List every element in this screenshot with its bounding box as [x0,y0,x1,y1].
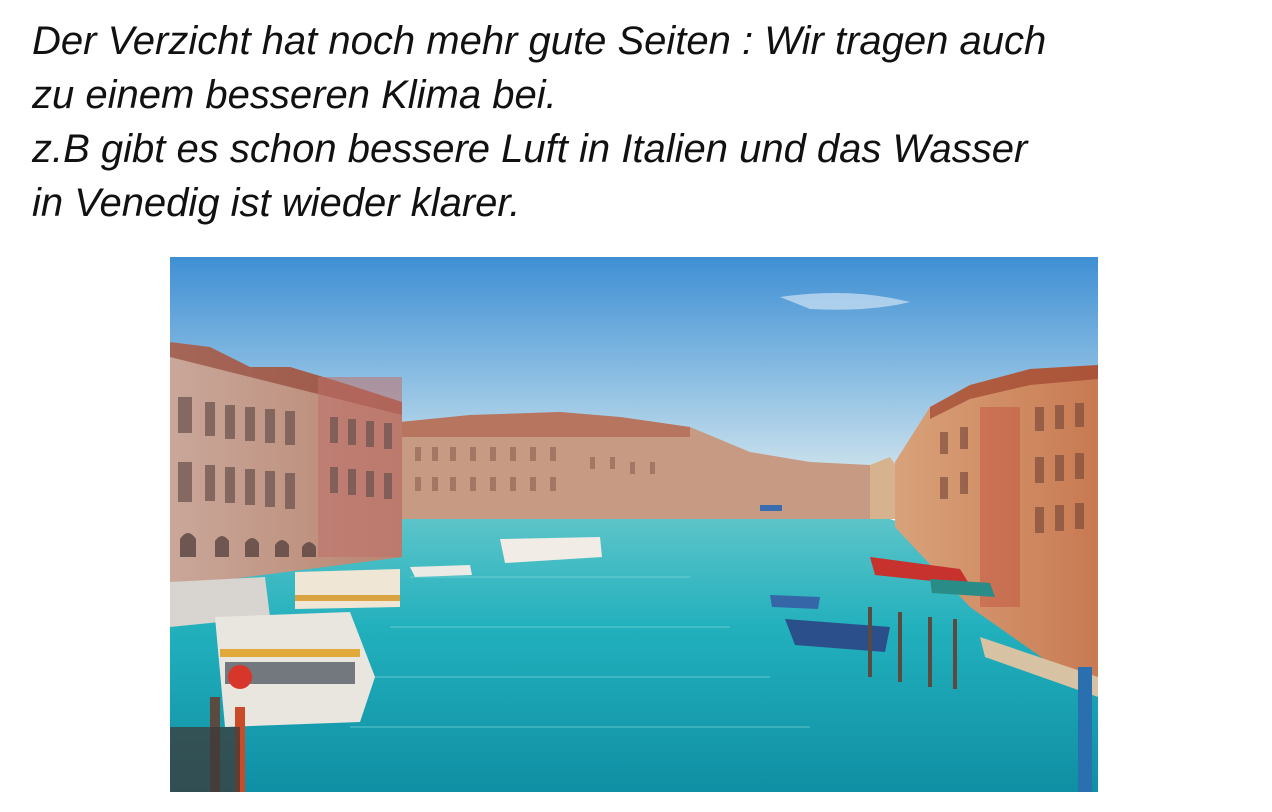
text-line-2: zu einem besseren Klima bei. [32,73,557,117]
text-line-1: Der Verzicht hat noch mehr gute Seiten :… [32,19,1047,63]
body-text: Der Verzicht hat noch mehr gute Seiten :… [32,14,1232,230]
text-line-4: in Venedig ist wieder klarer. [32,181,521,225]
document-page: Der Verzicht hat noch mehr gute Seiten :… [0,0,1272,812]
venice-canal-photo [170,257,1098,792]
text-line-3: z.B gibt es schon bessere Luft in Italie… [32,127,1028,171]
